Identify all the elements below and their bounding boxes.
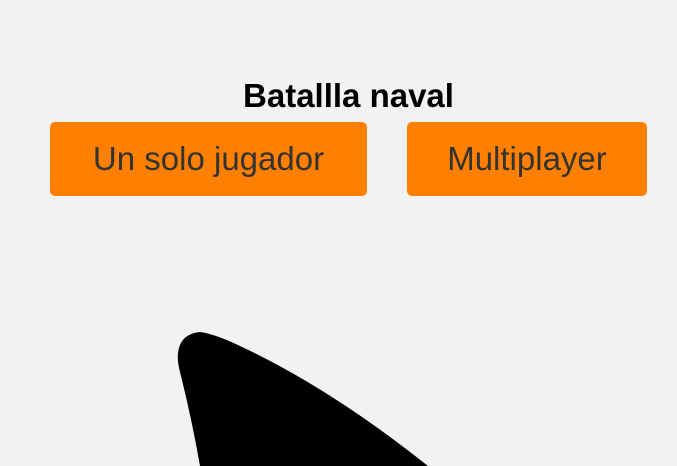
fin-shape <box>177 332 428 466</box>
